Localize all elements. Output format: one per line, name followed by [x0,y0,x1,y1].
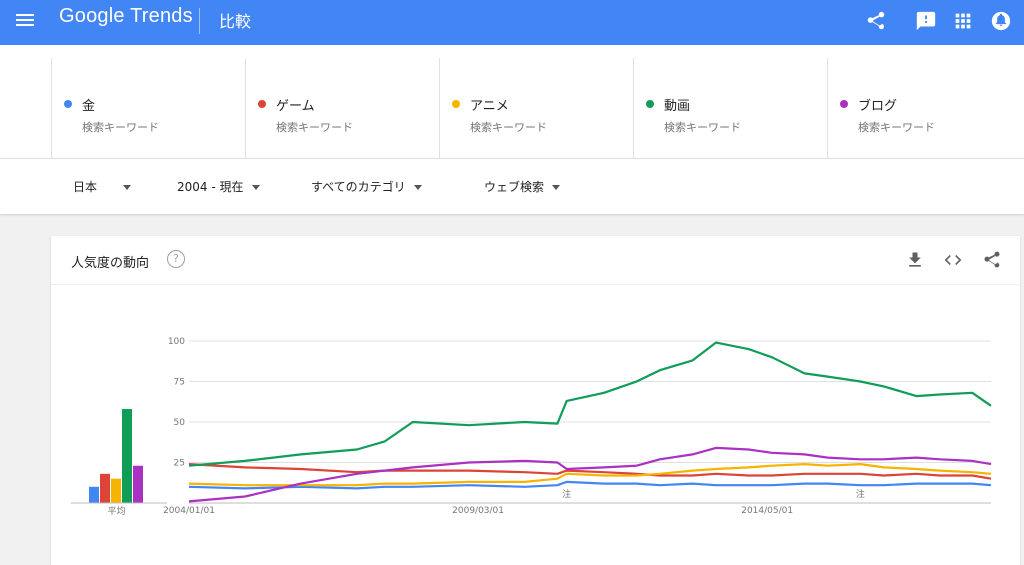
period-value: 2004 - 現在 [177,180,244,194]
term-name[interactable]: ゲーム [276,95,315,114]
period-dropdown[interactable]: 2004 - 現在 [177,178,260,195]
region-value: 日本 [73,180,98,194]
note-marker: 注 [562,488,571,500]
term-card-1[interactable]: 金 検索キーワード [51,58,244,158]
term-type: 検索キーワード [858,121,935,134]
top-bar: Google Trends 比較 [0,0,1024,45]
category-dropdown[interactable]: すべてのカテゴリ [311,178,422,195]
google-trends-logo[interactable]: Google Trends [59,5,193,28]
term-name[interactable]: 金 [82,95,95,114]
notifications-icon[interactable] [990,10,1012,32]
term-type: 検索キーワード [664,121,741,134]
average-bar [100,473,110,503]
average-bar [133,465,143,503]
term-color-dot [646,100,654,108]
average-label: 平均 [107,505,125,517]
region-dropdown[interactable]: 日本 [73,178,132,195]
term-type: 検索キーワード [82,121,159,134]
chevron-down-icon [413,185,422,190]
average-bar [111,478,121,503]
average-bar [89,486,99,503]
term-name[interactable]: 動画 [664,95,690,114]
term-color-dot [258,100,266,108]
y-tick-label: 50 [174,418,186,428]
series-line [188,341,992,467]
interest-over-time-card: 人気度の動向 ? 25 50 75 100 2004/01/01 2009/03/01 20… [51,236,1020,565]
menu-icon[interactable] [16,11,36,31]
y-tick-label: 25 [174,459,185,469]
term-color-dot [452,100,460,108]
compare-terms-bar: 金 検索キーワード ゲーム 検索キーワード アニメ 検索キーワード 動画 検索キ… [0,45,1024,158]
trend-chart[interactable]: 25 50 75 100 2004/01/01 2009/03/01 2014/05/01 注… [51,236,1020,565]
average-bar [122,409,132,503]
title-divider [199,8,200,34]
x-tick-label: 2004/01/01 [163,506,215,516]
x-tick-label: 2009/03/01 [452,506,504,516]
term-type: 検索キーワード [470,121,547,134]
term-card-2[interactable]: ゲーム 検索キーワード [245,58,438,158]
term-color-dot [64,100,72,108]
y-tick-label: 100 [168,337,185,347]
page-title: 比較 [219,12,252,31]
chevron-down-icon [552,185,561,190]
search-type-value: ウェブ検索 [484,180,545,194]
chevron-down-icon [251,185,260,190]
apps-icon[interactable] [952,10,974,32]
share-icon[interactable] [865,10,887,32]
x-tick-label: 2014/05/01 [741,506,793,516]
feedback-icon[interactable] [915,10,937,32]
term-type: 検索キーワード [276,121,353,134]
category-value: すべてのカテゴリ [311,180,406,194]
chevron-down-icon [123,185,132,190]
search-type-dropdown[interactable]: ウェブ検索 [484,178,561,195]
note-marker: 注 [856,488,865,500]
term-card-5[interactable]: ブログ 検索キーワード [827,58,1020,158]
filters-bar: 日本 2004 - 現在 すべてのカテゴリ ウェブ検索 [0,158,1024,214]
term-name[interactable]: アニメ [470,95,509,114]
term-color-dot [840,100,848,108]
y-tick-label: 75 [174,378,185,388]
term-card-3[interactable]: アニメ 検索キーワード [439,58,632,158]
term-name[interactable]: ブログ [858,95,897,114]
term-card-4[interactable]: 動画 検索キーワード [633,58,826,158]
